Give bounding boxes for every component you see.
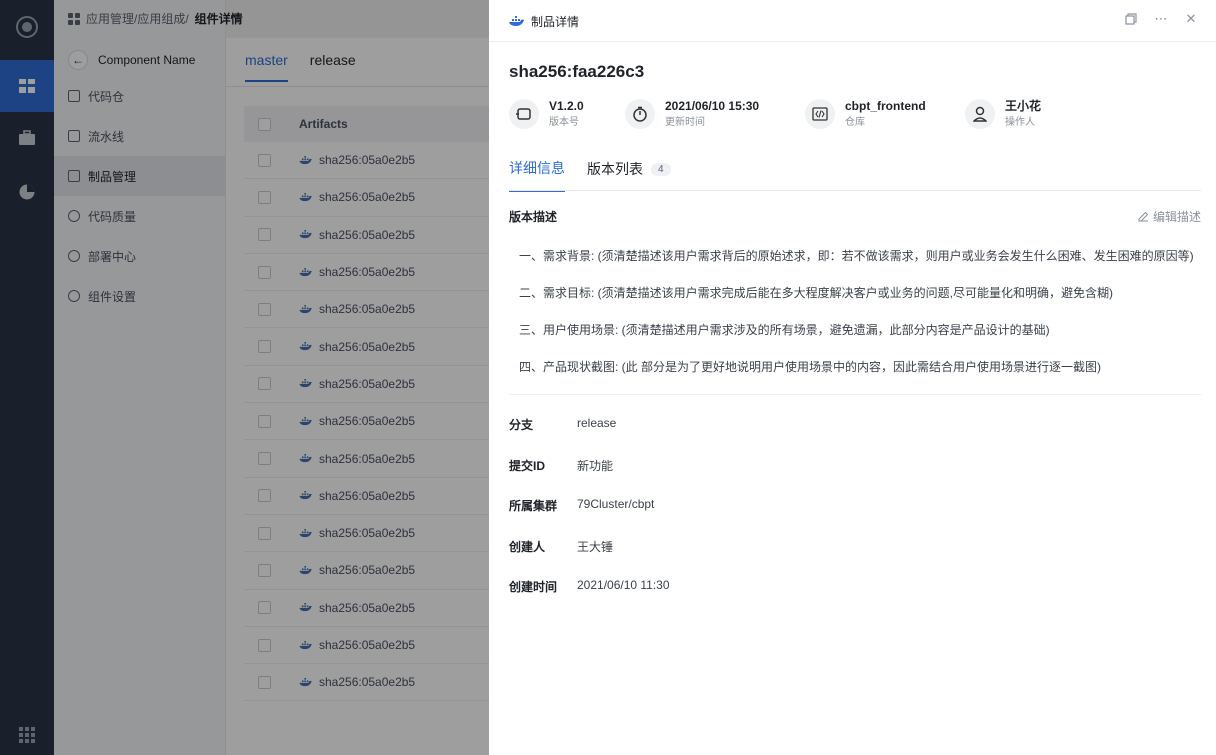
meta-value: 王小花 xyxy=(1005,99,1042,113)
field-value-creator: 王大锤 xyxy=(577,540,614,554)
user-icon xyxy=(965,99,995,129)
drawer-header-label: 制品详情 xyxy=(531,15,580,29)
tab-label: 版本列表 xyxy=(587,161,643,177)
drawer-actions: ⋯ ✕ xyxy=(1124,11,1198,26)
meta-value: 2021/06/10 15:30 xyxy=(665,99,760,113)
drawer-tabs: 详细信息 版本列表 4 xyxy=(509,158,671,192)
drawer-header-title: 制品详情 xyxy=(509,13,579,30)
description-line: 二、需求目标: (须清楚描述该用户需求完成后能在多大程度解决客户或业务的问题,尽… xyxy=(519,286,1113,300)
artifact-detail-drawer: 制品详情 ⋯ ✕ sha256:faa226c3 V1.2.0 版本号 2021/… xyxy=(489,0,1216,755)
field-value-created-time: 2021/06/10 11:30 xyxy=(577,578,670,592)
artifact-title: sha256:faa226c3 xyxy=(509,62,645,81)
edit-label: 编辑描述 xyxy=(1152,210,1201,224)
meta-label: 版本号 xyxy=(549,117,579,128)
section-divider xyxy=(509,394,1201,395)
description-line: 一、需求背景: (须清楚描述该用户需求背后的原始述求，即：若不做该需求，则用户或… xyxy=(519,249,1194,263)
tab-label: 详细信息 xyxy=(509,160,565,176)
field-value-cluster: 79Cluster/cbpt xyxy=(577,497,655,511)
field-value-branch: release xyxy=(577,416,617,430)
meta-repo: cbpt_frontend 仓库 xyxy=(805,98,926,130)
close-icon[interactable]: ✕ xyxy=(1184,11,1198,26)
version-icon xyxy=(509,99,539,129)
docker-icon xyxy=(509,16,524,26)
timer-icon xyxy=(625,99,655,129)
section-title: 版本描述 xyxy=(509,210,558,224)
meta-operator: 王小花 操作人 xyxy=(965,98,1041,130)
description-line: 四、产品现状截图: (此 部分是为了更好地说明用户使用场景中的内容，因此需结合用… xyxy=(519,360,1101,374)
meta-label: 仓库 xyxy=(845,117,865,128)
more-icon[interactable]: ⋯ xyxy=(1154,11,1168,26)
tab-details[interactable]: 详细信息 xyxy=(509,158,565,192)
field-label-creator: 创建人 xyxy=(509,540,546,554)
description-line: 三、用户使用场景: (须清楚描述用户需求涉及的所有场景，避免遗漏，此部分内容是产… xyxy=(519,323,1050,337)
field-label-cluster: 所属集群 xyxy=(509,499,558,513)
tab-version-list[interactable]: 版本列表 4 xyxy=(587,158,671,192)
meta-label: 更新时间 xyxy=(665,117,705,128)
field-label-branch: 分支 xyxy=(509,418,534,432)
count-badge: 4 xyxy=(651,162,671,176)
field-label-commit: 提交ID xyxy=(509,459,546,473)
pencil-icon xyxy=(1138,211,1149,222)
field-value-commit: 新功能 xyxy=(577,459,614,473)
drawer-tabs-divider xyxy=(509,190,1201,191)
meta-updated-time: 2021/06/10 15:30 更新时间 xyxy=(625,98,759,130)
meta-value: V1.2.0 xyxy=(549,99,584,113)
edit-description-button[interactable]: 编辑描述 xyxy=(1138,208,1201,225)
field-label-created-time: 创建时间 xyxy=(509,580,558,594)
meta-version: V1.2.0 版本号 xyxy=(509,98,584,130)
code-icon xyxy=(805,99,835,129)
drawer-header: 制品详情 ⋯ ✕ xyxy=(489,0,1216,42)
modal-overlay[interactable] xyxy=(0,0,489,755)
meta-label: 操作人 xyxy=(1005,117,1035,128)
meta-value: cbpt_frontend xyxy=(845,99,926,113)
copy-icon[interactable] xyxy=(1124,12,1138,26)
